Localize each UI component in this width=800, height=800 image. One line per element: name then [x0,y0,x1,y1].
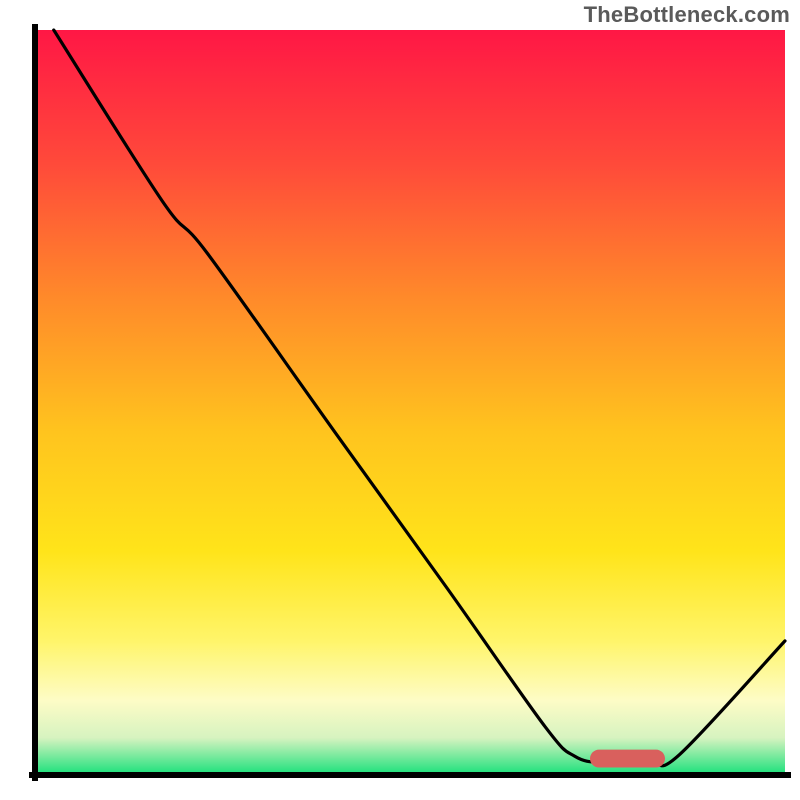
plot-background [35,30,785,775]
optimum-marker [590,750,665,768]
chart-container: TheBottleneck.com [0,0,800,800]
bottleneck-chart [0,0,800,800]
watermark-text: TheBottleneck.com [584,2,790,28]
